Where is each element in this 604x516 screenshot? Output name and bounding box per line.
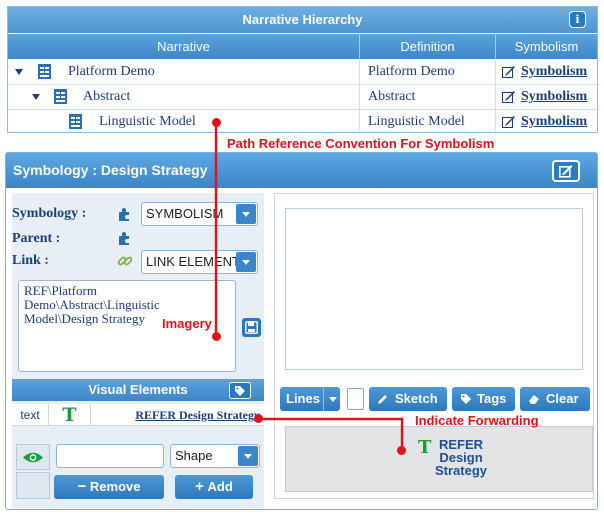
annotation-indicate-forwarding: Indicate Forwarding — [415, 413, 539, 428]
annotation-imagery: Imagery — [162, 316, 212, 331]
annotation-dot — [397, 446, 406, 455]
annotation-dot — [212, 118, 221, 127]
annotation-path-reference: Path Reference Convention For Symbolism — [227, 136, 495, 151]
annotation-dot — [212, 332, 221, 341]
annotation-lines — [214, 122, 404, 450]
annotation-dot — [254, 414, 263, 423]
